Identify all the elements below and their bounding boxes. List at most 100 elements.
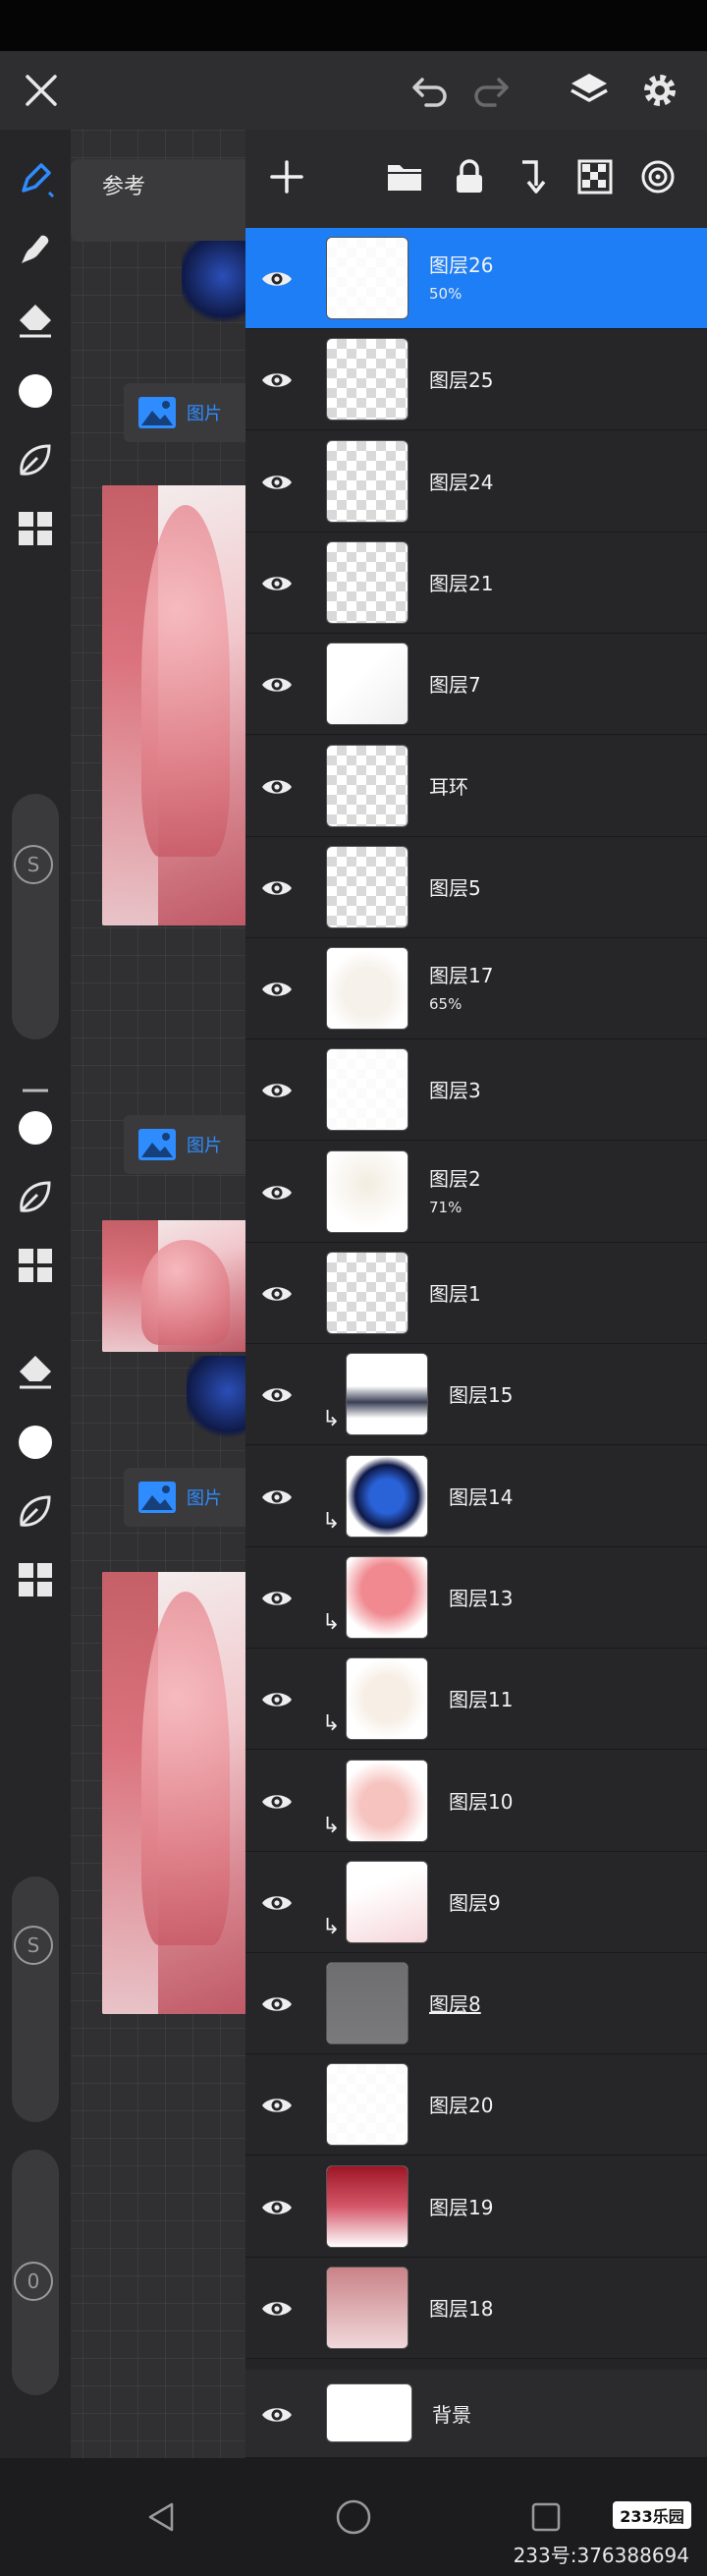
layer-thumbnail[interactable] [346,1555,428,1639]
layer-thumbnail[interactable] [326,2267,408,2349]
layer-row[interactable]: 图层1 [245,1243,707,1344]
layer-row[interactable]: 图层8 [245,1953,707,2055]
layer-thumbnail[interactable] [326,1048,408,1132]
layer-row[interactable]: 图层24 [245,430,707,532]
layer-row[interactable]: ↳ 图层9 [245,1851,707,1953]
layer-row[interactable]: ↳ 图层13 [245,1546,707,1649]
color-picker[interactable] [8,364,63,419]
background-visibility-toggle[interactable] [257,2395,297,2435]
gallery-grid-button[interactable] [8,501,63,556]
layer-visibility-toggle[interactable] [257,463,297,502]
layer-visibility-toggle[interactable] [257,868,297,908]
layer-visibility-toggle[interactable] [257,1375,297,1415]
layer-row[interactable]: 图层7 [245,634,707,736]
layer-visibility-toggle[interactable] [257,2289,297,2328]
brush-library-button-2[interactable] [8,1169,63,1224]
group-folder-button[interactable] [377,149,432,204]
layer-row[interactable]: 图层19 [245,2156,707,2258]
brush-tool[interactable] [8,151,63,206]
layer-visibility-toggle[interactable] [257,970,297,1009]
layer-thumbnail[interactable] [326,845,408,928]
layer-visibility-toggle[interactable] [257,564,297,603]
gallery-grid-button-3[interactable] [8,1552,63,1607]
layers-button[interactable] [560,61,619,120]
layer-thumbnail[interactable] [326,237,408,319]
layer-row[interactable]: 图层3 [245,1039,707,1142]
layer-row[interactable]: ↳ 图层15 [245,1344,707,1446]
layer-thumbnail[interactable] [326,2164,408,2248]
layer-visibility-toggle[interactable] [257,1071,297,1110]
layer-visibility-toggle[interactable] [257,259,297,299]
home-button[interactable] [324,2488,383,2547]
gallery-grid-button-2[interactable] [8,1238,63,1293]
brush-size-knob-2[interactable]: S [14,1926,53,1965]
brush-size-slider-2[interactable] [12,1876,59,2122]
layer-visibility-toggle[interactable] [257,1579,297,1618]
layer-visibility-toggle[interactable] [257,1883,297,1923]
layer-thumbnail[interactable] [326,744,408,827]
layer-visibility-toggle[interactable] [257,1478,297,1517]
reference-image-button-3[interactable]: 图片 [124,1468,251,1527]
layer-thumbnail[interactable] [326,1252,408,1334]
eraser-tool[interactable] [8,293,63,348]
layer-thumbnail[interactable] [346,1353,428,1436]
brush-size-knob[interactable]: S [14,845,53,884]
layer-thumbnail[interactable] [346,1860,428,1943]
reference-image-button-2[interactable]: 图片 [124,1115,251,1174]
layer-thumbnail[interactable] [346,1454,428,1538]
layer-visibility-toggle[interactable] [257,1680,297,1719]
layer-thumbnail[interactable] [326,643,408,726]
layer-row[interactable]: 耳环 [245,735,707,837]
brush-library-button[interactable] [8,432,63,487]
layer-row[interactable]: 图层25 [245,329,707,431]
background-layer-row[interactable]: 背景 [245,2370,707,2458]
layer-thumbnail[interactable] [326,338,408,421]
layer-row[interactable]: 图层18 [245,2258,707,2359]
layer-visibility-toggle[interactable] [257,2086,297,2125]
layer-thumbnail[interactable] [326,1962,408,2045]
color-picker-2[interactable] [8,1100,63,1155]
layer-thumbnail[interactable] [326,1149,408,1233]
layer-visibility-toggle[interactable] [257,1173,297,1212]
add-layer-button[interactable] [259,149,314,204]
settings-button[interactable] [630,61,689,120]
layer-row[interactable]: ↳ 图层10 [245,1750,707,1852]
recents-button[interactable] [517,2488,575,2547]
layer-row[interactable]: 图层17 65% [245,938,707,1040]
layer-visibility-toggle[interactable] [257,1274,297,1314]
layer-thumbnail[interactable] [326,947,408,1031]
undo-button[interactable] [401,61,460,120]
layer-row[interactable]: 图层21 [245,532,707,634]
back-button[interactable] [132,2488,190,2547]
layer-row[interactable]: ↳ 图层11 [245,1649,707,1751]
redo-button[interactable] [462,61,520,120]
layer-visibility-toggle[interactable] [257,361,297,400]
smudge-tool[interactable] [8,222,63,277]
layer-row[interactable]: ↳ 图层14 [245,1445,707,1547]
lock-layer-button[interactable] [442,149,497,204]
layer-thumbnail[interactable] [326,439,408,523]
layer-visibility-toggle[interactable] [257,1782,297,1821]
layer-row[interactable]: 图层20 [245,2054,707,2156]
layer-thumbnail[interactable] [346,1759,428,1842]
layer-row[interactable]: 图层5 [245,836,707,938]
layer-row[interactable]: 图层26 50% [245,228,707,329]
layer-visibility-toggle[interactable] [257,665,297,704]
brush-size-slider[interactable] [12,794,59,1039]
reference-image-button[interactable]: 图片 [124,383,251,442]
layer-visibility-toggle[interactable] [257,767,297,807]
merge-down-button[interactable] [505,149,560,204]
layer-thumbnail[interactable] [326,2063,408,2147]
color-picker-3[interactable] [8,1415,63,1470]
layer-visibility-toggle[interactable] [257,2188,297,2227]
reference-layer-button[interactable] [630,149,685,204]
eraser-tool-2[interactable] [8,1344,63,1399]
layer-thumbnail[interactable] [326,540,408,624]
layer-thumbnail[interactable] [346,1657,428,1741]
layer-visibility-toggle[interactable] [257,1985,297,2024]
opacity-knob[interactable]: 0 [14,2262,53,2301]
transparency-button[interactable] [568,149,623,204]
brush-library-button-3[interactable] [8,1484,63,1539]
layer-row[interactable]: 图层2 71% [245,1141,707,1243]
close-button[interactable] [12,61,71,120]
